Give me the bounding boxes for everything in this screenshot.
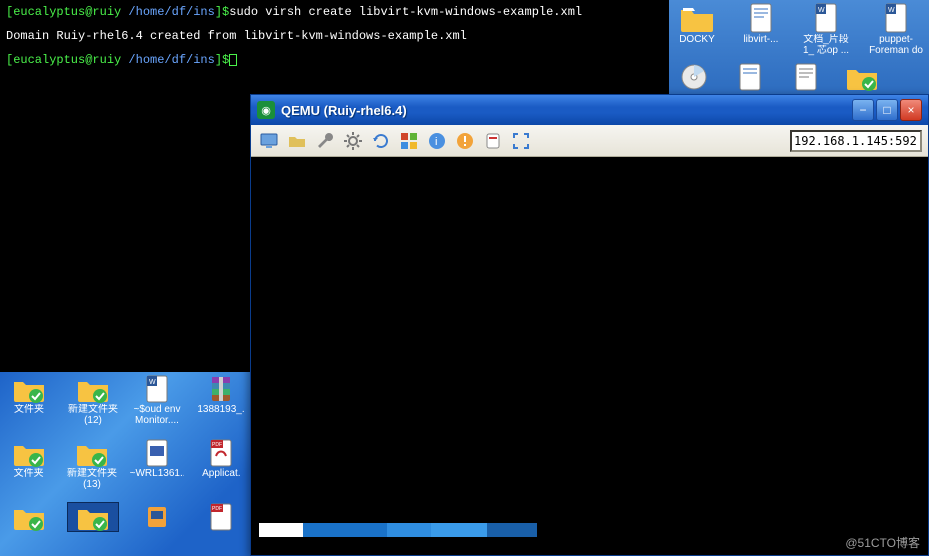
tb-folder-icon[interactable] xyxy=(285,129,309,153)
tb-wrench-icon[interactable] xyxy=(313,129,337,153)
watermark: @51CTO博客 xyxy=(845,534,920,551)
folder-item[interactable]: 文件夹 xyxy=(3,438,54,490)
tmp-file-item[interactable]: ~WRL1361... xyxy=(130,438,184,490)
folder-check-icon xyxy=(12,438,46,468)
tb-app-icon[interactable] xyxy=(481,129,505,153)
folder-item[interactable]: 新建文件夹(12) xyxy=(67,374,119,426)
svg-text:PDF: PDF xyxy=(212,506,222,512)
exe-file-item[interactable] xyxy=(131,502,183,532)
file-icon[interactable] xyxy=(789,62,823,92)
terminal-line-1: [eucalyptus@ruiy /home/df/ins]$sudo virs… xyxy=(6,4,663,20)
tb-gear-icon[interactable] xyxy=(341,129,365,153)
prompt-user: [eucalyptus@ruiy xyxy=(6,5,128,19)
rd-icon-docky[interactable]: DOCKY xyxy=(675,2,719,56)
word-file-icon: W xyxy=(140,374,174,404)
close-button[interactable]: × xyxy=(900,99,922,121)
folder-check-icon[interactable] xyxy=(845,62,879,92)
tb-info-icon[interactable]: i xyxy=(425,129,449,153)
file-icon xyxy=(743,2,779,34)
svg-text:W: W xyxy=(818,7,825,14)
tb-monitor-icon[interactable] xyxy=(257,129,281,153)
cd-icon[interactable] xyxy=(677,62,711,92)
svg-text:PDF: PDF xyxy=(212,442,222,448)
pdf-file-icon: PDF xyxy=(204,502,238,532)
rar-file-item[interactable]: 1388193_. xyxy=(195,374,247,426)
prompt-end: ]$ xyxy=(215,5,229,19)
ip-display[interactable]: 192.168.1.145:592 xyxy=(790,130,922,152)
terminal-command: sudo virsh create libvirt-kvm-windows-ex… xyxy=(229,5,582,19)
prompt-path: /home/df/ins xyxy=(128,5,214,19)
qemu-toolbar: i 192.168.1.145:592 xyxy=(251,125,928,157)
pdf-file-item[interactable]: PDFApplicat. xyxy=(196,438,247,490)
desktop-panel: 文件夹 新建文件夹(12) W~$oud envMonitor.... 1388… xyxy=(0,372,250,556)
pdf-file-icon: PDF xyxy=(204,438,238,468)
exe-file-icon xyxy=(140,502,174,532)
tb-fullscreen-icon[interactable] xyxy=(509,129,533,153)
word-file-item[interactable]: W~$oud envMonitor.... xyxy=(131,374,183,426)
archive-icon xyxy=(204,374,238,404)
minimize-button[interactable]: − xyxy=(852,99,874,121)
rd-icon-puppet[interactable]: W puppet-Foreman do xyxy=(869,2,923,56)
qemu-app-icon xyxy=(257,101,275,119)
pdf-file-item[interactable]: PDF xyxy=(195,502,247,532)
folder-item[interactable]: 文件夹 xyxy=(3,374,55,426)
folder-item[interactable] xyxy=(3,502,55,532)
tb-windows-icon[interactable] xyxy=(397,129,421,153)
folder-check-icon xyxy=(76,502,110,532)
qemu-title: QEMU (Ruiy-rhel6.4) xyxy=(281,103,407,118)
folder-check-icon xyxy=(12,502,46,532)
svg-text:i: i xyxy=(435,136,437,148)
cursor-icon xyxy=(229,54,237,66)
svg-text:W: W xyxy=(888,7,895,14)
qemu-content: @51CTO博客 xyxy=(251,157,928,555)
folder-check-icon xyxy=(12,374,46,404)
file-icon[interactable] xyxy=(733,62,767,92)
folder-item-selected[interactable] xyxy=(67,502,119,532)
rd-icon-libvirt[interactable]: libvirt-... xyxy=(739,2,783,56)
folder-item[interactable]: 新建文件夹(13) xyxy=(66,438,117,490)
folder-icon xyxy=(679,2,715,34)
terminal-output: Domain Ruiy-rhel6.4 created from libvirt… xyxy=(6,28,663,44)
boot-progress-bar xyxy=(259,523,537,537)
terminal-line-2: [eucalyptus@ruiy /home/df/ins]$ xyxy=(6,52,663,68)
tb-refresh-icon[interactable] xyxy=(369,129,393,153)
tb-warning-icon[interactable] xyxy=(453,129,477,153)
folder-check-icon xyxy=(76,374,110,404)
word-file-icon: W xyxy=(878,2,914,34)
qemu-titlebar[interactable]: QEMU (Ruiy-rhel6.4) − □ × xyxy=(251,95,928,125)
maximize-button[interactable]: □ xyxy=(876,99,898,121)
svg-text:W: W xyxy=(149,379,156,386)
tmp-file-icon xyxy=(140,438,174,468)
qemu-window[interactable]: QEMU (Ruiy-rhel6.4) − □ × i 192.168.1.14… xyxy=(250,94,929,556)
remote-desktop-panel: DOCKY libvirt-... W 文档_片段1_ 芯op ... W pu… xyxy=(669,0,929,94)
folder-check-icon xyxy=(75,438,109,468)
rd-icon-doc[interactable]: W 文档_片段1_ 芯op ... xyxy=(803,2,849,56)
word-file-icon: W xyxy=(808,2,844,34)
